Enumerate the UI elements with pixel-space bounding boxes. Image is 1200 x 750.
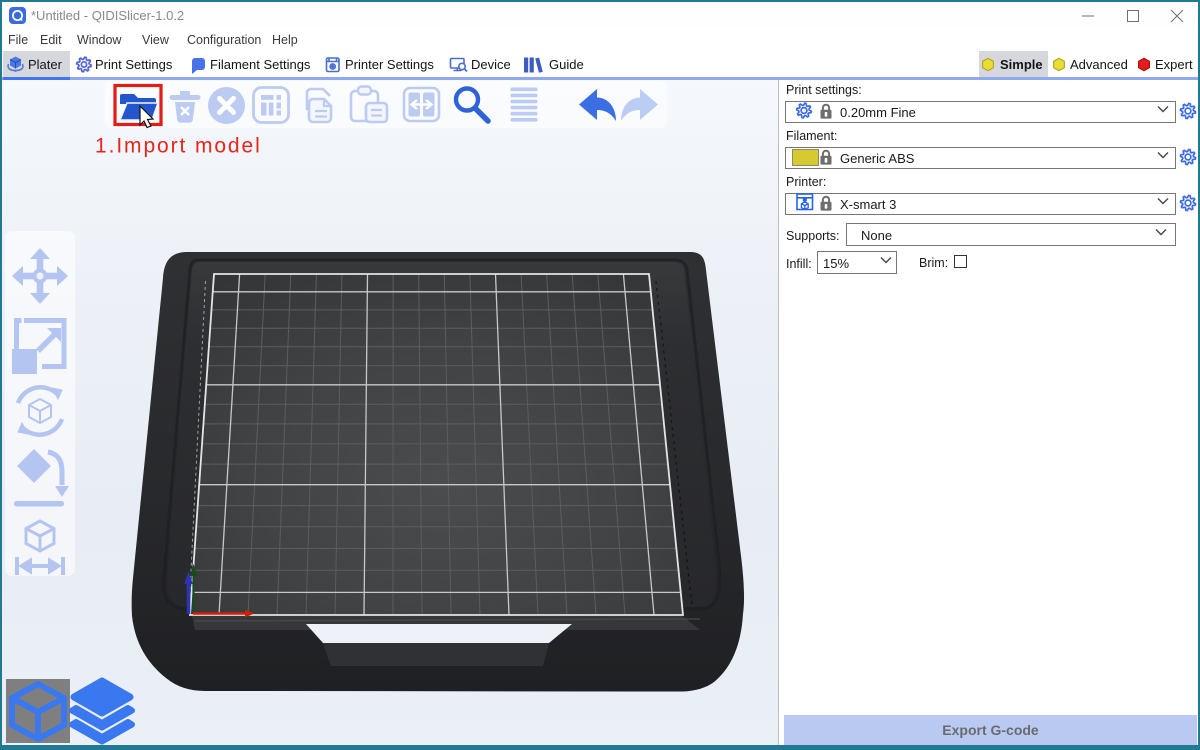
svg-text:1.Import model: 1.Import model: [95, 135, 262, 158]
